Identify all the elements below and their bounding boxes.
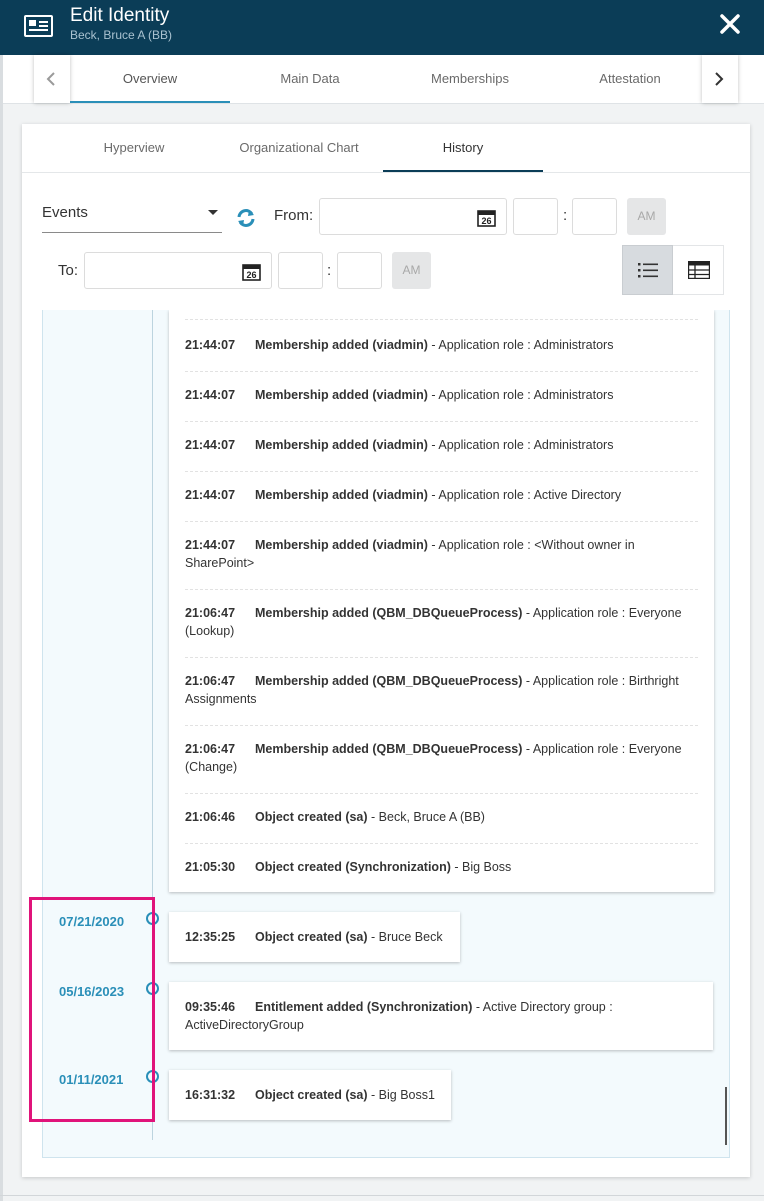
event-type-value: Events	[42, 204, 88, 221]
to-minute-input[interactable]	[337, 252, 382, 289]
tab-hyperview[interactable]: Hyperview	[54, 124, 214, 172]
event-row[interactable]: 21:44:07 Membership added (viadmin) - App…	[185, 336, 698, 372]
tab-main-data[interactable]: Main Data	[230, 55, 390, 103]
close-icon[interactable]	[716, 10, 744, 38]
calendar-icon[interactable]: 26	[477, 208, 496, 227]
event-row[interactable]: 21:06:47 Membership added (QBM_DBQueuePro…	[185, 740, 698, 794]
to-label: To:	[58, 262, 79, 279]
tabs-scroll-right-button[interactable]	[702, 55, 738, 103]
tab-organizational-chart[interactable]: Organizational Chart	[219, 124, 379, 172]
page-bottom-divider	[0, 1195, 764, 1196]
dialog-header: Edit Identity Beck, Bruce A (BB)	[0, 0, 764, 55]
event-row[interactable]: 21:06:46 Object created (sa) - Beck, Bruc…	[185, 808, 698, 844]
event-card[interactable]: 16:31:32 Object created (sa) - Big Boss1	[169, 1070, 451, 1120]
calendar-icon[interactable]: 26	[242, 262, 261, 281]
timeline-scrollbar[interactable]	[725, 1087, 727, 1145]
event-row[interactable]: 21:06:47 Membership added (QBM_DBQueuePro…	[185, 672, 698, 726]
list-view-button[interactable]	[622, 245, 673, 295]
from-date-input[interactable]: 26	[319, 198, 507, 235]
tab-overview[interactable]: Overview	[70, 55, 230, 103]
event-group-card: 21:44:07 Membership added (viadmin) - App…	[169, 310, 714, 892]
event-row[interactable]: 21:44:07 Membership added (viadmin) - App…	[185, 486, 698, 522]
to-date-input[interactable]: 26	[84, 252, 272, 289]
event-type-select[interactable]: Events	[42, 198, 222, 233]
from-ampm-button[interactable]: AM	[627, 198, 666, 235]
to-time-separator: :	[327, 262, 332, 279]
list-icon	[638, 263, 658, 278]
from-time-separator: :	[563, 207, 568, 224]
annotation-highlight-box	[29, 897, 155, 1122]
event-card[interactable]: 12:35:25 Object created (sa) - Bruce Beck	[169, 912, 460, 962]
main-tab-bar: Overview Main Data Memberships Attestati…	[3, 55, 764, 104]
dialog-title: Edit Identity	[70, 5, 170, 26]
dialog-subtitle: Beck, Bruce A (BB)	[70, 28, 173, 42]
event-row-partial	[185, 310, 698, 320]
background-page-strip	[0, 55, 3, 1201]
tabs-scroll-left-button[interactable]	[34, 55, 70, 103]
event-row[interactable]: 21:44:07 Membership added (viadmin) - App…	[185, 386, 698, 422]
caret-down-icon	[208, 210, 218, 215]
event-row[interactable]: 21:44:07 Membership added (viadmin) - App…	[185, 436, 698, 472]
refresh-icon[interactable]	[235, 207, 257, 229]
sub-tab-bar: Hyperview Organizational Chart History	[22, 124, 750, 173]
table-icon	[688, 261, 710, 279]
table-view-button[interactable]	[673, 245, 724, 295]
event-card[interactable]: 09:35:46 Entitlement added (Synchronizati…	[169, 982, 713, 1050]
event-row[interactable]: 21:44:07 Membership added (viadmin) - App…	[185, 536, 698, 590]
event-row[interactable]: 21:05:30 Object created (Synchronization)…	[185, 858, 698, 884]
from-label: From:	[274, 207, 314, 224]
chevron-left-icon	[46, 72, 55, 86]
from-hour-input[interactable]	[513, 198, 558, 235]
chevron-right-icon	[715, 72, 724, 86]
to-hour-input[interactable]	[278, 252, 323, 289]
tab-memberships[interactable]: Memberships	[390, 55, 550, 103]
event-row[interactable]: 21:06:47 Membership added (QBM_DBQueuePro…	[185, 604, 698, 658]
calendar-day: 26	[246, 270, 256, 280]
tab-history[interactable]: History	[383, 124, 543, 172]
from-minute-input[interactable]	[572, 198, 617, 235]
tab-attestation[interactable]: Attestation	[550, 55, 710, 103]
identity-card-icon	[24, 15, 53, 37]
to-ampm-button[interactable]: AM	[392, 252, 431, 289]
calendar-day: 26	[481, 216, 491, 226]
